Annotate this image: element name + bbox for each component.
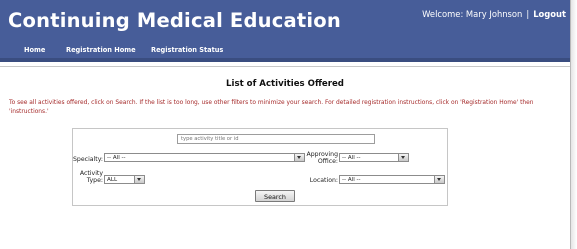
page-frame: Continuing Medical Education Welcome: Ma… (0, 0, 571, 249)
specialty-select[interactable]: -- All -- (104, 153, 305, 162)
page-title: List of Activities Offered (226, 79, 344, 89)
chevron-down-icon (294, 154, 304, 161)
window-shadow (571, 0, 577, 249)
activity-type-label-line1: Activity (79, 170, 103, 177)
specialty-selected-value: -- All -- (107, 155, 126, 161)
location-selected-value: -- All -- (342, 177, 361, 183)
chevron-down-icon (434, 176, 444, 183)
app-title: Continuing Medical Education (8, 9, 341, 32)
nav-registration-status[interactable]: Registration Status (151, 46, 223, 54)
activity-type-label: Activity Type: (73, 170, 103, 184)
activity-type-selected-value: ALL (107, 177, 118, 183)
location-select[interactable]: -- All -- (339, 175, 445, 184)
approving-office-label-line2: Office: (317, 158, 338, 165)
search-instructions: To see all activities offered, click on … (9, 100, 534, 115)
location-label: Location: (309, 177, 338, 184)
search-button[interactable]: Search (255, 190, 295, 202)
activity-type-label-line2: Type: (86, 177, 103, 184)
nav-bottom-bar (0, 58, 570, 62)
nav-home[interactable]: Home (24, 46, 45, 54)
app-header: Continuing Medical Education Welcome: Ma… (0, 0, 570, 43)
chevron-down-icon (134, 176, 144, 183)
approving-office-label: Approving Office: (306, 151, 338, 165)
approving-office-label-line1: Approving (306, 151, 338, 158)
approving-office-select[interactable]: -- All -- (339, 153, 409, 162)
header-separator: | (526, 9, 530, 19)
main-nav: Home Registration Home Registration Stat… (0, 43, 570, 58)
chevron-down-icon (398, 154, 408, 161)
nav-registration-home[interactable]: Registration Home (66, 46, 136, 54)
approving-office-selected-value: -- All -- (342, 155, 361, 161)
header-divider (0, 66, 570, 67)
welcome-text: Welcome: Mary Johnson (422, 9, 523, 19)
activity-type-select[interactable]: ALL (104, 175, 145, 184)
activity-title-search-input[interactable] (177, 134, 375, 144)
logout-link[interactable]: Logout (533, 9, 566, 19)
specialty-label: Specialty: (73, 156, 104, 163)
user-welcome-area: Welcome: Mary Johnson | Logout (422, 9, 566, 19)
